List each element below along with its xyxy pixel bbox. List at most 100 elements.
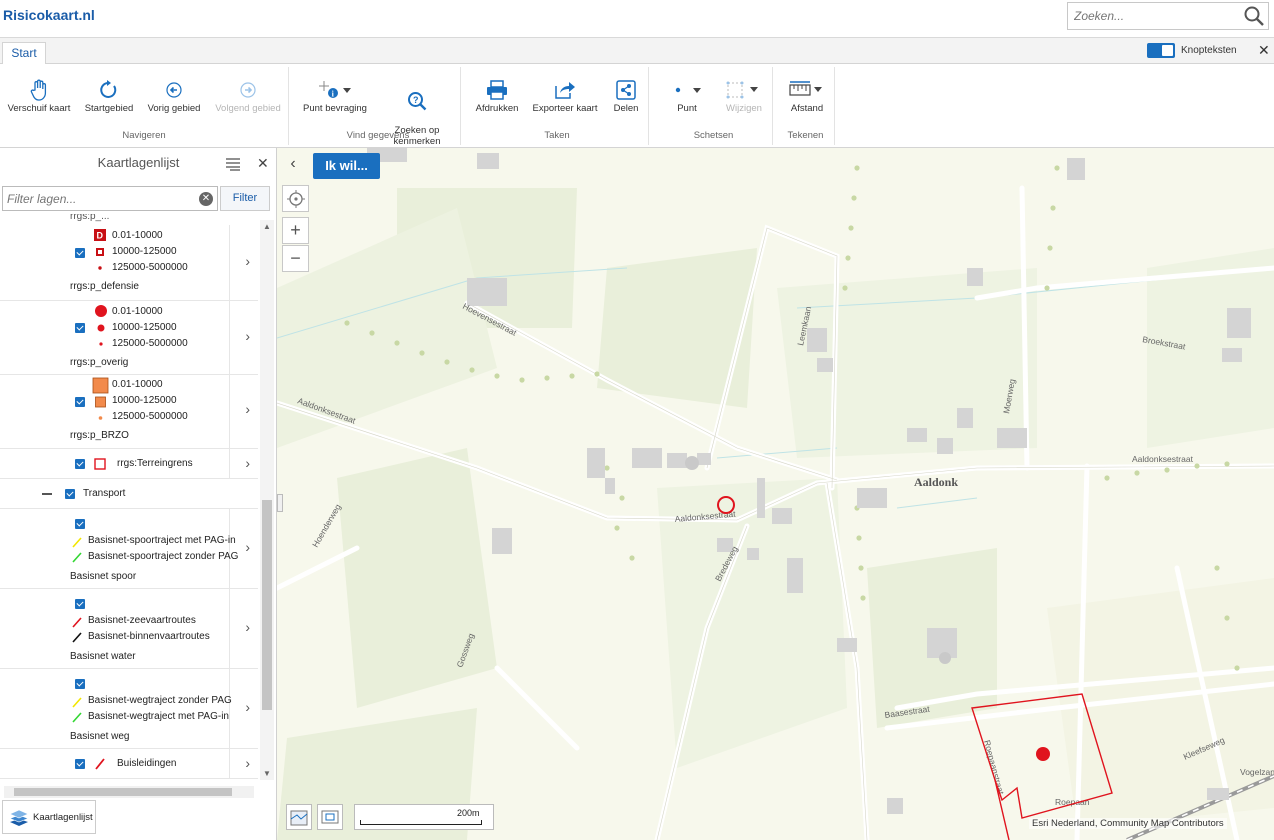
overview-map-button[interactable] [317,804,343,830]
layer-row-weg[interactable]: Basisnet-wegtraject zonder PAG Basisnet-… [0,669,258,749]
previous-extent-button[interactable]: Vorig gebied [142,77,206,114]
zoom-out-button[interactable]: − [282,245,309,272]
layer-name: Basisnet water [70,651,136,662]
crosshair-icon [286,190,305,208]
group-vind-gegevens: i Punt bevraging ? Zoeken op kenmerken V… [296,67,461,147]
next-extent-button[interactable]: Volgend gebied [212,77,284,114]
next-extent-label: Volgend gebied [215,103,281,114]
layer-row-defensie[interactable]: D 0.01-10000 10000-125000 125000-5000000… [0,225,258,301]
search-box [1067,2,1269,30]
street-label: Hoenderweg [310,502,343,549]
rail-legend-icon [72,537,82,563]
scroll-down-icon[interactable]: ▼ [263,769,271,778]
map-view[interactable]: Hoevensestraat Aaldonksestraat Aaldonkse… [277,148,1274,840]
layer-checkbox[interactable] [75,248,85,258]
sketch-point-button[interactable]: Punt [659,77,715,114]
street-label: Roepaan [1055,797,1090,807]
layer-row-buisleidingen[interactable]: Buisleidingen › [0,749,258,779]
chevron-right-icon[interactable]: › [245,401,250,417]
waterway-legend-icon [72,617,82,643]
point-dropdown-icon [675,87,701,93]
panel-splitter[interactable] [277,494,283,512]
group-row-transport[interactable]: Transport [0,479,258,509]
chevron-right-icon[interactable]: › [245,455,250,471]
svg-text:D: D [97,231,104,241]
layer-checkbox[interactable] [75,519,85,529]
collapse-panel-icon[interactable]: ‹ [282,154,304,176]
legend-label: Basisnet-spoortraject zonder PAG [88,551,239,562]
clear-filter-icon[interactable]: ✕ [199,192,213,206]
start-area-label: Startgebied [84,103,134,114]
layer-checkbox[interactable] [75,759,85,769]
hscroll-thumb[interactable] [14,788,232,796]
pan-button[interactable]: Verschuif kaart [4,77,74,114]
home-extent-icon [100,80,117,98]
export-map-button[interactable]: Exporteer kaart [530,77,600,114]
print-button[interactable]: Afdrukken [472,77,522,114]
group-label-navigeren: Navigeren [122,130,166,141]
ribbon: Verschuif kaart Startgebied Vorig gebied… [0,64,1274,148]
legend-label: 125000-5000000 [112,411,188,422]
filter-input[interactable] [3,187,193,210]
app-title[interactable]: Risicokaart.nl [3,7,95,23]
layer-name: rrgs:p_BRZO [70,430,129,441]
chevron-right-icon[interactable]: › [245,253,250,269]
layer-row-overig[interactable]: 0.01-10000 10000-125000 125000-5000000 r… [0,301,258,375]
basemap-toggle-button[interactable] [286,804,312,830]
sketch-edit-button[interactable]: Wijzigen [717,77,771,114]
edit-vertices-icon [726,81,758,99]
scroll-up-icon[interactable]: ▲ [263,222,271,231]
layer-checkbox[interactable] [75,599,85,609]
ribbon-tabbar: Start Knopteksten ✕ [0,38,1274,65]
button-text-toggle[interactable] [1147,43,1175,58]
horizontal-scrollbar[interactable] [4,786,254,798]
start-area-button[interactable]: Startgebied [78,77,140,114]
place-label: Aaldonk [914,475,958,489]
defensie-legend-icon: D [94,229,106,270]
layer-checkbox[interactable] [75,323,85,333]
layer-checkbox[interactable] [75,679,85,689]
legend-label: 0.01-10000 [112,379,163,390]
scroll-thumb[interactable] [262,500,272,710]
layer-row-spoor[interactable]: Basisnet-spoortraject met PAG-in Basisne… [0,509,258,589]
chevron-right-icon[interactable]: › [245,619,250,635]
measure-distance-icon [789,81,822,96]
legend-label: Basisnet-wegtraject zonder PAG [88,695,232,706]
ik-wil-button[interactable]: Ik wil... [313,153,380,179]
distance-button[interactable]: Afstand [779,77,835,114]
close-icon[interactable]: ✕ [1258,42,1270,59]
chevron-right-icon[interactable]: › [245,755,250,771]
search-icon[interactable] [1243,5,1265,27]
collapse-icon[interactable] [42,493,52,495]
risk-marker[interactable] [1036,747,1050,761]
layer-list-scrollbar[interactable]: ▲ ▼ [260,220,274,780]
point-info-icon: i [319,81,351,99]
group-name: Transport [83,488,126,499]
layer-checkbox[interactable] [75,397,85,407]
legend-label: 125000-5000000 [112,338,188,349]
share-button[interactable]: Delen [608,77,644,114]
layer-row-brzo[interactable]: 0.01-10000 10000-125000 125000-5000000 r… [0,375,258,449]
search-input[interactable] [1068,3,1238,29]
zoom-in-button[interactable]: + [282,217,309,244]
chevron-right-icon[interactable]: › [245,539,250,555]
layers-panel-tab[interactable]: Kaartlagenlijst [2,800,96,834]
menu-icon[interactable] [225,157,241,171]
share-icon [616,80,636,100]
chevron-right-icon[interactable]: › [245,328,250,344]
layer-row-water[interactable]: Basisnet-zeevaartroutes Basisnet-binnenv… [0,589,258,669]
map-attribution: Esri Nederland, Community Map Contributo… [1029,818,1227,829]
header: Risicokaart.nl [0,0,1274,38]
layer-checkbox[interactable] [75,459,85,469]
street-label: Aaldonksestraat [1132,454,1194,464]
chevron-right-icon[interactable]: › [245,699,250,715]
point-query-button[interactable]: i Punt bevraging [298,77,372,114]
group-label-tekenen: Tekenen [787,130,824,141]
layer-row-terreingrens[interactable]: rrgs:Terreingrens › [0,449,258,479]
tab-start[interactable]: Start [2,42,46,65]
close-panel-icon[interactable]: ✕ [257,155,269,172]
search-features-button[interactable]: ? Zoeken op kenmerken [382,77,452,158]
group-checkbox[interactable] [65,489,75,499]
locate-button[interactable] [282,185,309,212]
filter-button[interactable]: Filter [220,186,270,211]
